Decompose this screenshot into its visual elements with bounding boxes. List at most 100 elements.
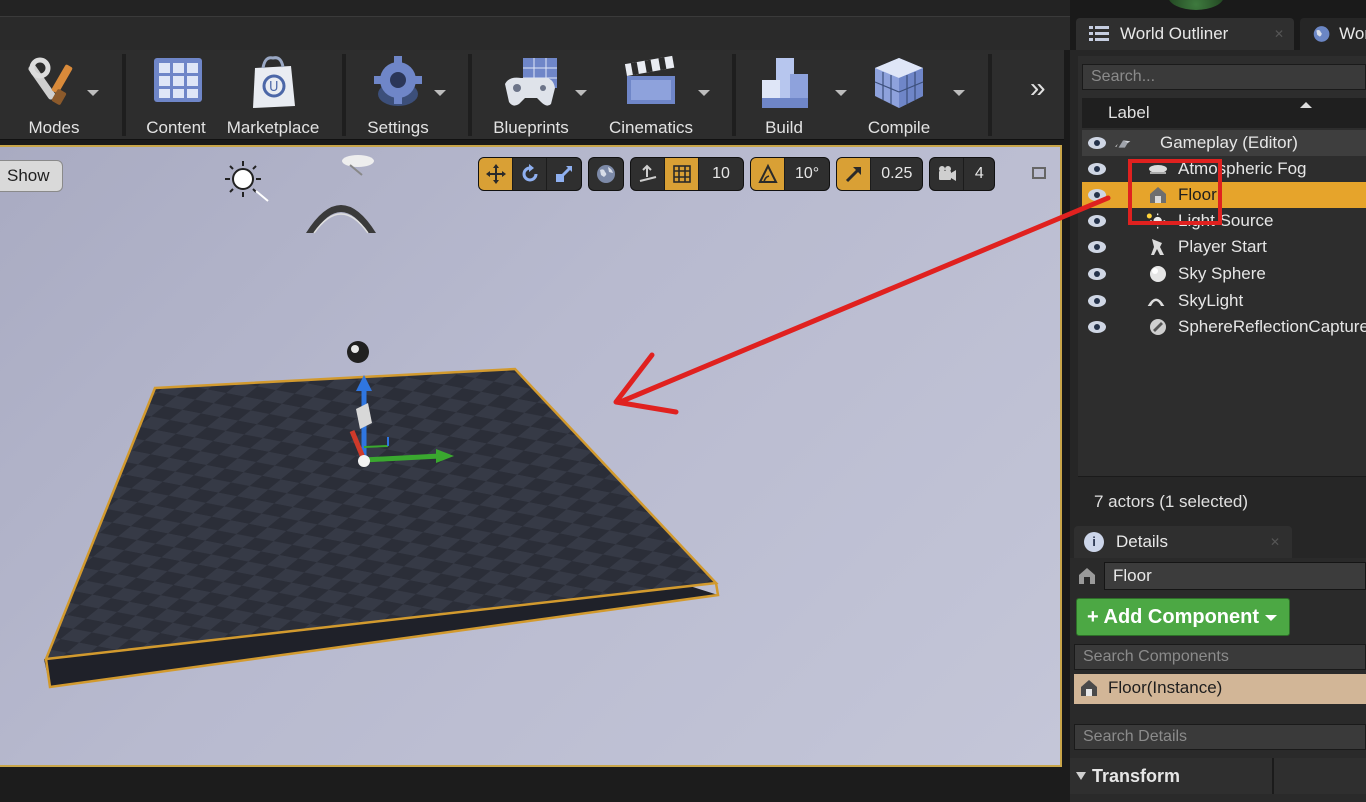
rotate-tool[interactable] — [513, 158, 547, 190]
toolbar-overflow-button[interactable]: » — [1030, 72, 1046, 104]
row-label: SkyLight — [1178, 291, 1244, 310]
static-mesh-icon — [1079, 568, 1095, 584]
reflection-capture-icon — [1150, 319, 1166, 335]
compile-button[interactable]: Compile — [862, 50, 936, 140]
visibility-eye-icon[interactable] — [1088, 137, 1106, 149]
blueprints-label: Blueprints — [493, 118, 569, 137]
cinematics-button[interactable]: Cinematics — [604, 50, 698, 140]
tab-label: World Outliner — [1120, 24, 1229, 43]
settings-button[interactable]: Settings — [362, 50, 434, 140]
tab-world-outliner[interactable]: World Outliner ✕ — [1076, 18, 1294, 50]
scale-snap-group: 0.25 — [836, 157, 924, 191]
level-icon — [1114, 140, 1131, 148]
outliner-row-sphere-reflection-capture[interactable]: SphereReflectionCapture — [1082, 314, 1366, 340]
visibility-eye-icon[interactable] — [1088, 268, 1106, 280]
transform-section-header[interactable]: Transform — [1070, 758, 1366, 794]
visibility-eye-icon[interactable] — [1088, 189, 1106, 201]
tab-label: Wor — [1339, 24, 1366, 43]
viewport-scene — [44, 155, 720, 689]
visibility-eye-icon[interactable] — [1088, 321, 1106, 333]
grid-snap-value[interactable]: 10 — [699, 158, 743, 190]
scale-tool[interactable] — [547, 158, 581, 190]
compile-label: Compile — [867, 118, 931, 137]
gamepad-icon — [501, 54, 561, 114]
show-button[interactable]: Show — [0, 160, 63, 192]
outliner-row-player-start[interactable]: Player Start — [1082, 234, 1366, 260]
content-grid-icon — [146, 54, 206, 114]
tab-world-settings[interactable]: Wor — [1300, 18, 1366, 50]
build-button[interactable]: Build — [752, 50, 816, 140]
outliner-list-icon — [1089, 26, 1109, 41]
translate-tool[interactable] — [479, 158, 513, 190]
add-component-button[interactable]: + Add Component — [1076, 598, 1290, 636]
blueprints-dropdown-caret[interactable] — [575, 90, 587, 96]
angle-icon — [757, 163, 778, 183]
modes-button[interactable]: Modes — [14, 50, 94, 140]
visibility-eye-icon[interactable] — [1088, 163, 1106, 175]
outliner-row-floor[interactable]: Floor — [1082, 182, 1366, 208]
toolbar-divider — [122, 54, 126, 136]
surface-snap-toggle[interactable] — [631, 158, 665, 190]
maximize-viewport-button[interactable] — [1032, 167, 1046, 179]
toolbar-divider — [988, 54, 992, 136]
rotation-snap-value[interactable]: 10° — [785, 158, 829, 190]
settings-dropdown-caret[interactable] — [434, 90, 446, 96]
outliner-row-sky-sphere[interactable]: Sky Sphere — [1082, 261, 1366, 287]
world-outliner-panel: Search... Label Gameplay (Editor) Atmosp… — [1078, 56, 1366, 516]
content-button[interactable]: Content — [140, 50, 212, 140]
actor-name-field[interactable]: Floor — [1104, 562, 1366, 590]
compile-dropdown-caret[interactable] — [953, 90, 965, 96]
cubes-icon — [754, 54, 814, 114]
actor-count-status: 7 actors (1 selected) — [1078, 476, 1366, 526]
outliner-row-skylight[interactable]: SkyLight — [1082, 288, 1366, 314]
outliner-folder-row[interactable]: Gameplay (Editor) — [1082, 130, 1366, 156]
chevron-down-icon — [1265, 615, 1277, 621]
floor-mesh[interactable] — [44, 367, 719, 661]
toolbar-divider — [732, 54, 736, 136]
viewport-toolbar: 10 10° 0.25 4 — [478, 157, 1001, 191]
close-icon[interactable]: ✕ — [1274, 27, 1284, 41]
wrench-brush-icon — [24, 54, 84, 114]
static-mesh-icon — [1081, 680, 1097, 696]
sort-ascending-icon — [1300, 102, 1312, 108]
label-column-header[interactable]: Label — [1082, 98, 1366, 128]
outliner-tabs: World Outliner ✕ Wor — [1070, 16, 1366, 50]
right-panels: World Outliner ✕ Wor Search... Label Gam… — [1070, 16, 1366, 802]
close-icon[interactable]: ✕ — [1270, 526, 1280, 558]
modes-dropdown-caret[interactable] — [87, 90, 99, 96]
grid-snap-toggle[interactable] — [665, 158, 699, 190]
rotate-icon — [522, 164, 537, 182]
search-details-input[interactable]: Search Details — [1074, 724, 1366, 750]
outliner-row-light-source[interactable]: Light Source — [1082, 208, 1366, 234]
visibility-eye-icon[interactable] — [1088, 295, 1106, 307]
search-components-input[interactable]: Search Components — [1074, 644, 1366, 670]
marketplace-button[interactable]: U Marketplace — [224, 50, 322, 140]
camera-speed-value[interactable]: 4 — [964, 158, 994, 190]
fog-icon — [342, 155, 374, 176]
camera-speed-button[interactable] — [930, 158, 965, 190]
gear-icon — [368, 54, 428, 114]
skylight-icon — [1147, 298, 1165, 306]
cinematics-dropdown-caret[interactable] — [698, 90, 710, 96]
build-dropdown-caret[interactable] — [835, 90, 847, 96]
row-label: SphereReflectionCapture — [1178, 317, 1366, 336]
shopping-bag-icon: U — [243, 54, 303, 114]
bottom-strip — [0, 770, 1070, 802]
annotation-highlight-box — [1128, 159, 1222, 225]
scale-snap-value[interactable]: 0.25 — [871, 158, 922, 190]
visibility-eye-icon[interactable] — [1088, 241, 1106, 253]
scale-snap-toggle[interactable] — [837, 158, 872, 190]
component-label: Floor(Instance) — [1108, 678, 1223, 697]
row-label: Player Start — [1178, 237, 1267, 256]
component-row-floor-instance[interactable]: Floor(Instance) — [1074, 674, 1366, 704]
blueprints-button[interactable]: Blueprints — [486, 50, 576, 140]
world-space-toggle[interactable] — [589, 158, 623, 190]
visibility-eye-icon[interactable] — [1088, 215, 1106, 227]
outliner-row-atmospheric-fog[interactable]: Atmospheric Fog — [1082, 156, 1366, 182]
camera-icon — [938, 166, 956, 181]
level-viewport[interactable]: Show 10 10° 0.25 4 — [0, 145, 1062, 767]
outliner-search-input[interactable]: Search... — [1082, 64, 1366, 90]
tab-details[interactable]: i Details ✕ — [1074, 526, 1292, 558]
camera-speed-group: 4 — [929, 157, 996, 191]
rotation-snap-toggle[interactable] — [751, 158, 785, 190]
